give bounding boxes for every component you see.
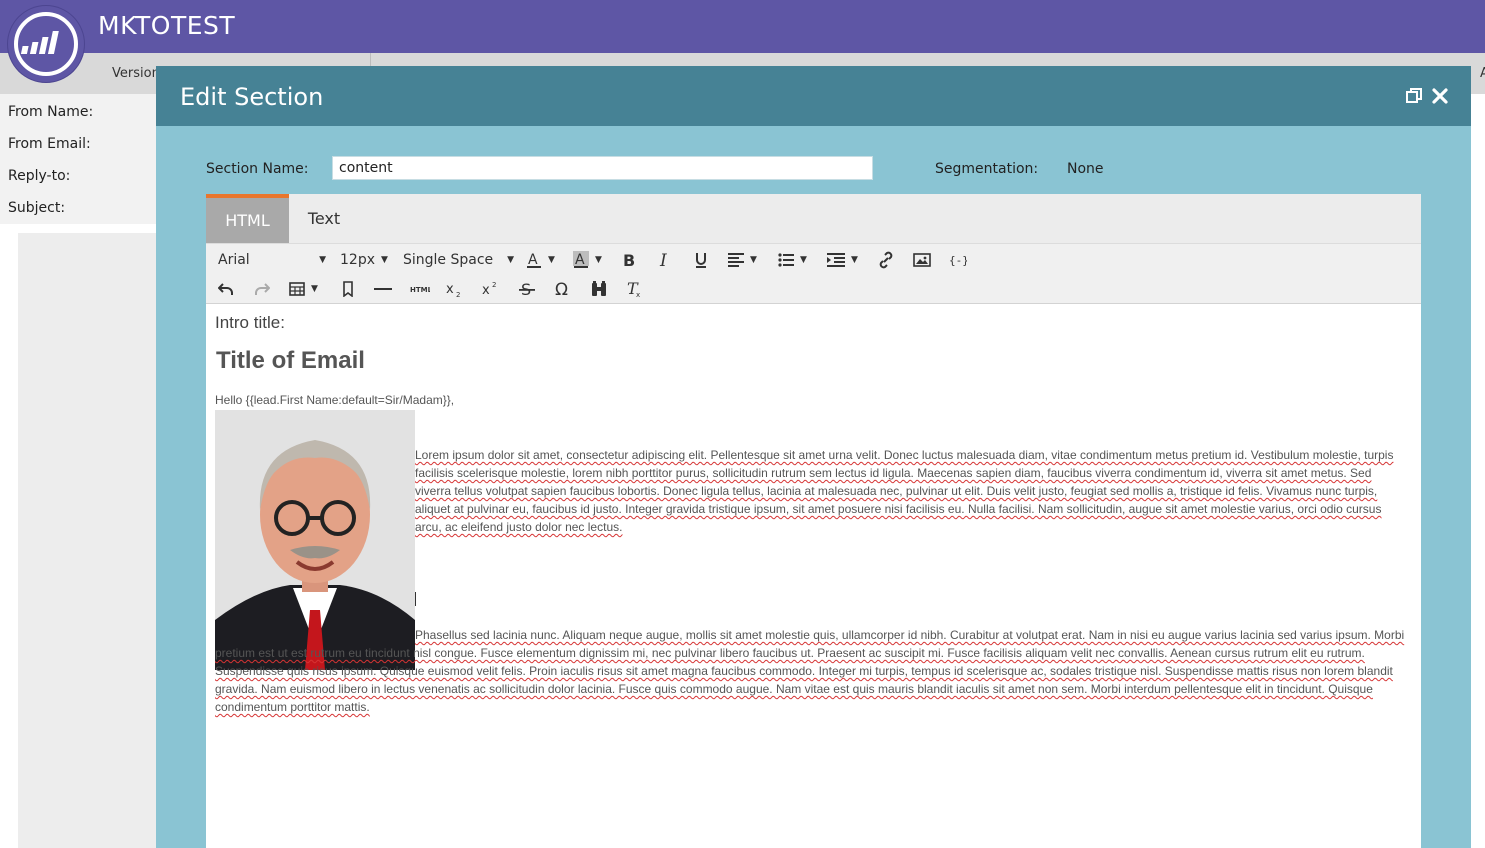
chevron-down-icon: ▼ [851,255,858,265]
chevron-down-icon: ▼ [548,255,555,265]
chevron-down-icon: ▼ [800,255,807,265]
line-spacing-select[interactable]: Single Space ▼ [403,248,514,272]
logo-bars-icon [20,31,59,54]
font-size-value: 12px [340,252,375,268]
intro-title: Intro title: [215,313,285,332]
editor-tabs: HTML Text [206,194,1421,243]
font-family-select[interactable]: Arial ▼ [218,248,326,272]
undo-icon[interactable] [218,277,234,301]
from-name-label: From Name: [8,104,94,120]
from-email-label: From Email: [8,136,91,152]
token-icon[interactable]: {-} [949,248,967,272]
bold-icon[interactable]: B [622,248,636,272]
chevron-down-icon: ▼ [750,255,757,265]
font-size-select[interactable]: 12px ▼ [340,248,388,272]
chevron-down-icon: ▼ [507,255,515,265]
svg-text:2: 2 [456,291,460,298]
chevron-down-icon: ▼ [319,255,326,265]
tab-html[interactable]: HTML [206,194,289,243]
email-title: Title of Email [216,347,365,374]
chevron-down-icon: ▼ [595,255,602,265]
segmentation-value[interactable]: None [1067,161,1104,177]
svg-text:x: x [482,283,490,298]
underline-icon[interactable] [694,248,708,272]
chevron-down-icon: ▼ [381,255,388,265]
email-settings-panel: From Name: From Email: Reply-to: Subject… [0,94,156,224]
svg-text:x: x [636,291,640,298]
logo-ring [14,12,78,76]
paragraph-2-text: Phasellus sed lacinia nunc. Aliquam nequ… [215,628,1405,714]
superscript-icon[interactable]: x2 [482,277,500,301]
dialog-title: Edit Section [180,83,324,111]
editor-content-area[interactable]: Intro title: Title of Email Hello {{lead… [206,304,1421,848]
section-name-label: Section Name: [206,161,309,177]
edit-section-dialog: Edit Section Section Name: Segmentation:… [156,66,1471,848]
find-icon[interactable] [590,277,608,301]
svg-text:B: B [623,251,635,269]
font-family-value: Arial [218,252,250,268]
strikethrough-icon[interactable]: S [518,277,536,301]
bullet-list-icon[interactable]: ▼ [778,248,807,272]
paragraph-1-text: Lorem ipsum dolor sit amet, consectetur … [415,448,1394,534]
svg-text:I: I [659,251,667,269]
align-icon[interactable]: ▼ [728,248,757,272]
font-color-icon[interactable]: A ▼ [526,248,555,272]
italic-icon[interactable]: I [658,248,672,272]
text-cursor [415,592,416,606]
tab-text[interactable]: Text [289,194,359,243]
indent-icon[interactable]: ▼ [827,248,858,272]
body-paragraph-2: Phasellus sed lacinia nunc. Aliquam nequ… [215,626,1411,716]
section-name-input[interactable] [332,156,873,180]
version-label[interactable]: Version [112,66,160,81]
marketo-logo-icon[interactable] [8,6,84,82]
bookmark-icon[interactable] [342,277,354,301]
special-char-icon[interactable]: Ω [554,277,572,301]
segmentation-label: Segmentation: [935,161,1039,177]
subbar-right-label[interactable]: A [1480,66,1485,81]
subscript-icon[interactable]: x2 [446,277,464,301]
line-spacing-value: Single Space [403,252,494,268]
link-icon[interactable] [877,248,895,272]
svg-text:Ω: Ω [555,280,568,298]
app-title: MKTOTEST [98,11,236,40]
highlight-color-icon[interactable]: A ▼ [573,248,602,272]
svg-text:x: x [446,282,454,297]
svg-text:A: A [575,252,585,268]
redo-icon[interactable] [254,277,270,301]
image-icon[interactable] [913,248,931,272]
dialog-header: Edit Section [156,66,1471,126]
clear-format-icon[interactable]: Tx [626,277,644,301]
email-preview-panel [18,233,158,848]
editor-toolbar: Arial ▼ 12px ▼ Single Space ▼ A ▼ A ▼ B I [206,243,1421,304]
svg-text:2: 2 [492,281,496,289]
svg-text:{-}: {-} [949,254,967,267]
close-icon[interactable] [1430,86,1450,106]
table-icon[interactable]: ▼ [289,277,318,301]
html-source-icon[interactable]: HTML [410,277,430,301]
svg-text:A: A [528,252,538,268]
chevron-down-icon: ▼ [311,284,318,294]
reply-to-label: Reply-to: [8,168,71,184]
subject-label: Subject: [8,200,66,216]
rich-text-editor: HTML Text Arial ▼ 12px ▼ Single Space ▼ A ▼ … [206,194,1421,848]
horizontal-rule-icon[interactable] [374,277,392,301]
greeting-text: Hello {{lead.First Name:default=Sir/Mada… [215,393,455,407]
svg-text:HTML: HTML [410,286,430,294]
restore-window-icon[interactable] [1404,86,1424,106]
body-paragraph-1: Lorem ipsum dolor sit amet, consectetur … [415,446,1410,536]
